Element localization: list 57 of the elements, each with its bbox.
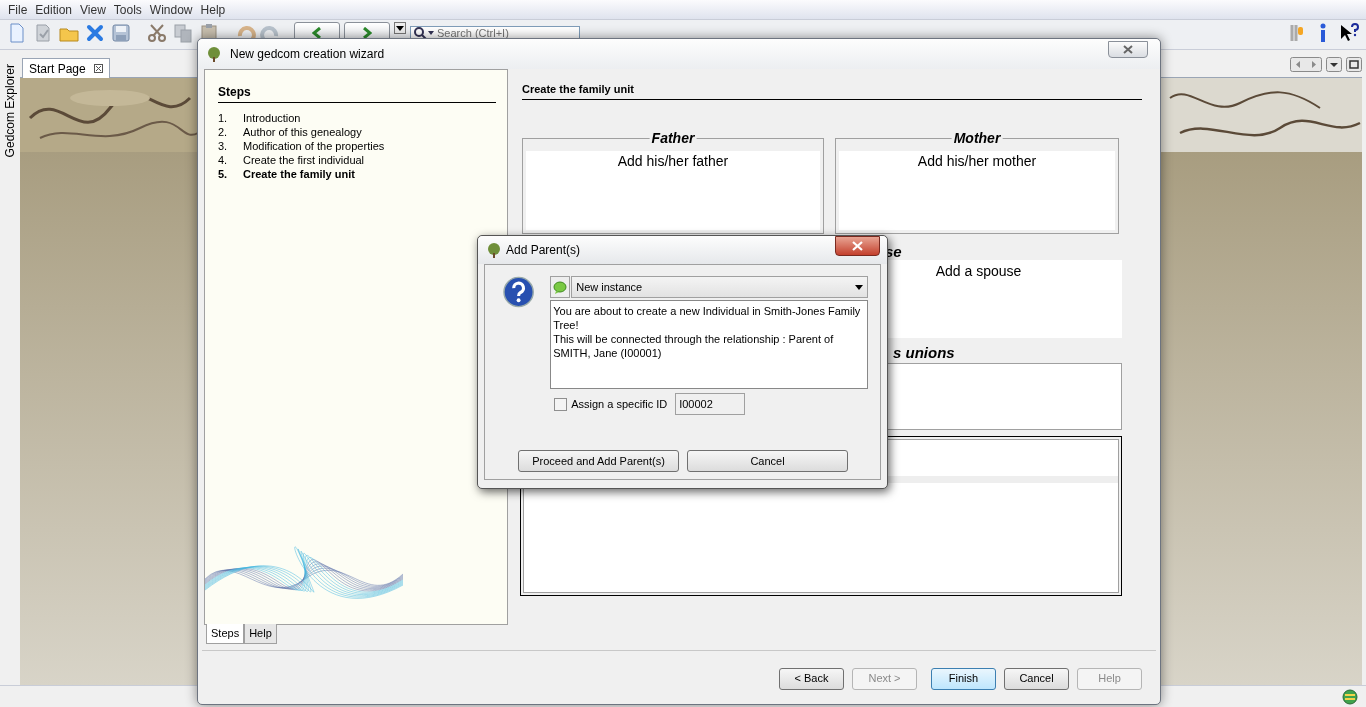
step-item: 3. Modification of the properties bbox=[218, 139, 386, 153]
add-spouse-text: Add a spouse bbox=[935, 262, 1022, 279]
tree-icon bbox=[486, 242, 502, 258]
panel-tab[interactable]: Help bbox=[244, 624, 277, 644]
menu-item[interactable]: Tools bbox=[109, 0, 146, 21]
unions-label: s unions bbox=[892, 342, 956, 363]
wizard-button[interactable]: Finish bbox=[931, 667, 996, 690]
panel-tab[interactable]: Steps bbox=[206, 624, 245, 644]
close-button[interactable] bbox=[1108, 41, 1148, 58]
close-icon[interactable] bbox=[84, 22, 106, 44]
wizard-button[interactable]: < Back bbox=[779, 667, 844, 690]
checkbox-label: Assign a specific ID bbox=[571, 396, 668, 412]
mode-dropdown[interactable]: New instance bbox=[571, 276, 868, 298]
scissors-icon[interactable] bbox=[146, 22, 168, 44]
maximize-icon[interactable] bbox=[1346, 57, 1362, 72]
add-mother-text: Add his/her mother bbox=[917, 152, 1037, 169]
menu-item[interactable]: Edition bbox=[31, 0, 77, 21]
window-title: New gedcom creation wizard bbox=[230, 46, 386, 63]
step-item: 4. Create the first individual bbox=[218, 153, 366, 167]
dropdown-icon[interactable] bbox=[394, 22, 406, 34]
step-item: 2. Author of this genealogy bbox=[218, 125, 363, 139]
chevron-left-icon bbox=[312, 27, 322, 39]
add-father-area[interactable]: Add his/her father bbox=[526, 150, 820, 230]
chevron-right-icon bbox=[362, 27, 372, 39]
menu-item[interactable]: Window bbox=[145, 0, 197, 21]
section-heading: Create the family unit bbox=[522, 81, 1142, 100]
save-icon[interactable] bbox=[110, 22, 132, 44]
id-field[interactable]: I00002 bbox=[675, 393, 746, 415]
checkbox[interactable] bbox=[554, 397, 568, 411]
close-icon[interactable] bbox=[93, 64, 103, 73]
step-item: 1. Introduction bbox=[218, 111, 302, 125]
message-text: This will be connected through the relationship : Parent of SMITH, Jane (I00001) bbox=[553, 332, 835, 360]
father-label: Father bbox=[649, 129, 697, 146]
wizard-button[interactable]: Cancel bbox=[1004, 667, 1069, 690]
search-icon bbox=[413, 26, 435, 40]
steps-heading: Steps bbox=[218, 83, 496, 103]
menu-item[interactable]: Help bbox=[196, 0, 230, 21]
caret-icon bbox=[855, 284, 863, 290]
dropdown-icon[interactable] bbox=[1326, 57, 1342, 72]
document-tab[interactable]: Start Page bbox=[22, 58, 110, 78]
help-pointer-icon[interactable] bbox=[1338, 22, 1360, 44]
bubble-icon[interactable] bbox=[550, 276, 571, 298]
tree-icon bbox=[206, 46, 222, 62]
menu-item[interactable]: File bbox=[4, 0, 32, 21]
close-icon bbox=[1123, 45, 1133, 54]
add-father-text: Add his/her father bbox=[617, 152, 729, 169]
question-icon bbox=[503, 276, 535, 308]
dialog-button[interactable]: Cancel bbox=[687, 450, 848, 472]
close-icon bbox=[852, 241, 863, 251]
mother-label: Mother bbox=[951, 129, 1003, 146]
dialog-title: Add Parent(s) bbox=[506, 242, 582, 259]
side-tab[interactable]: Gedcom Explorer bbox=[1, 58, 19, 164]
add-mother-area[interactable]: Add his/her mother bbox=[839, 150, 1115, 230]
step-item: 5. Create the family unit bbox=[218, 167, 356, 181]
close-button[interactable] bbox=[835, 236, 880, 256]
dialog-button[interactable]: Proceed and Add Parent(s) bbox=[518, 450, 679, 472]
menu-item[interactable]: View bbox=[76, 0, 110, 21]
